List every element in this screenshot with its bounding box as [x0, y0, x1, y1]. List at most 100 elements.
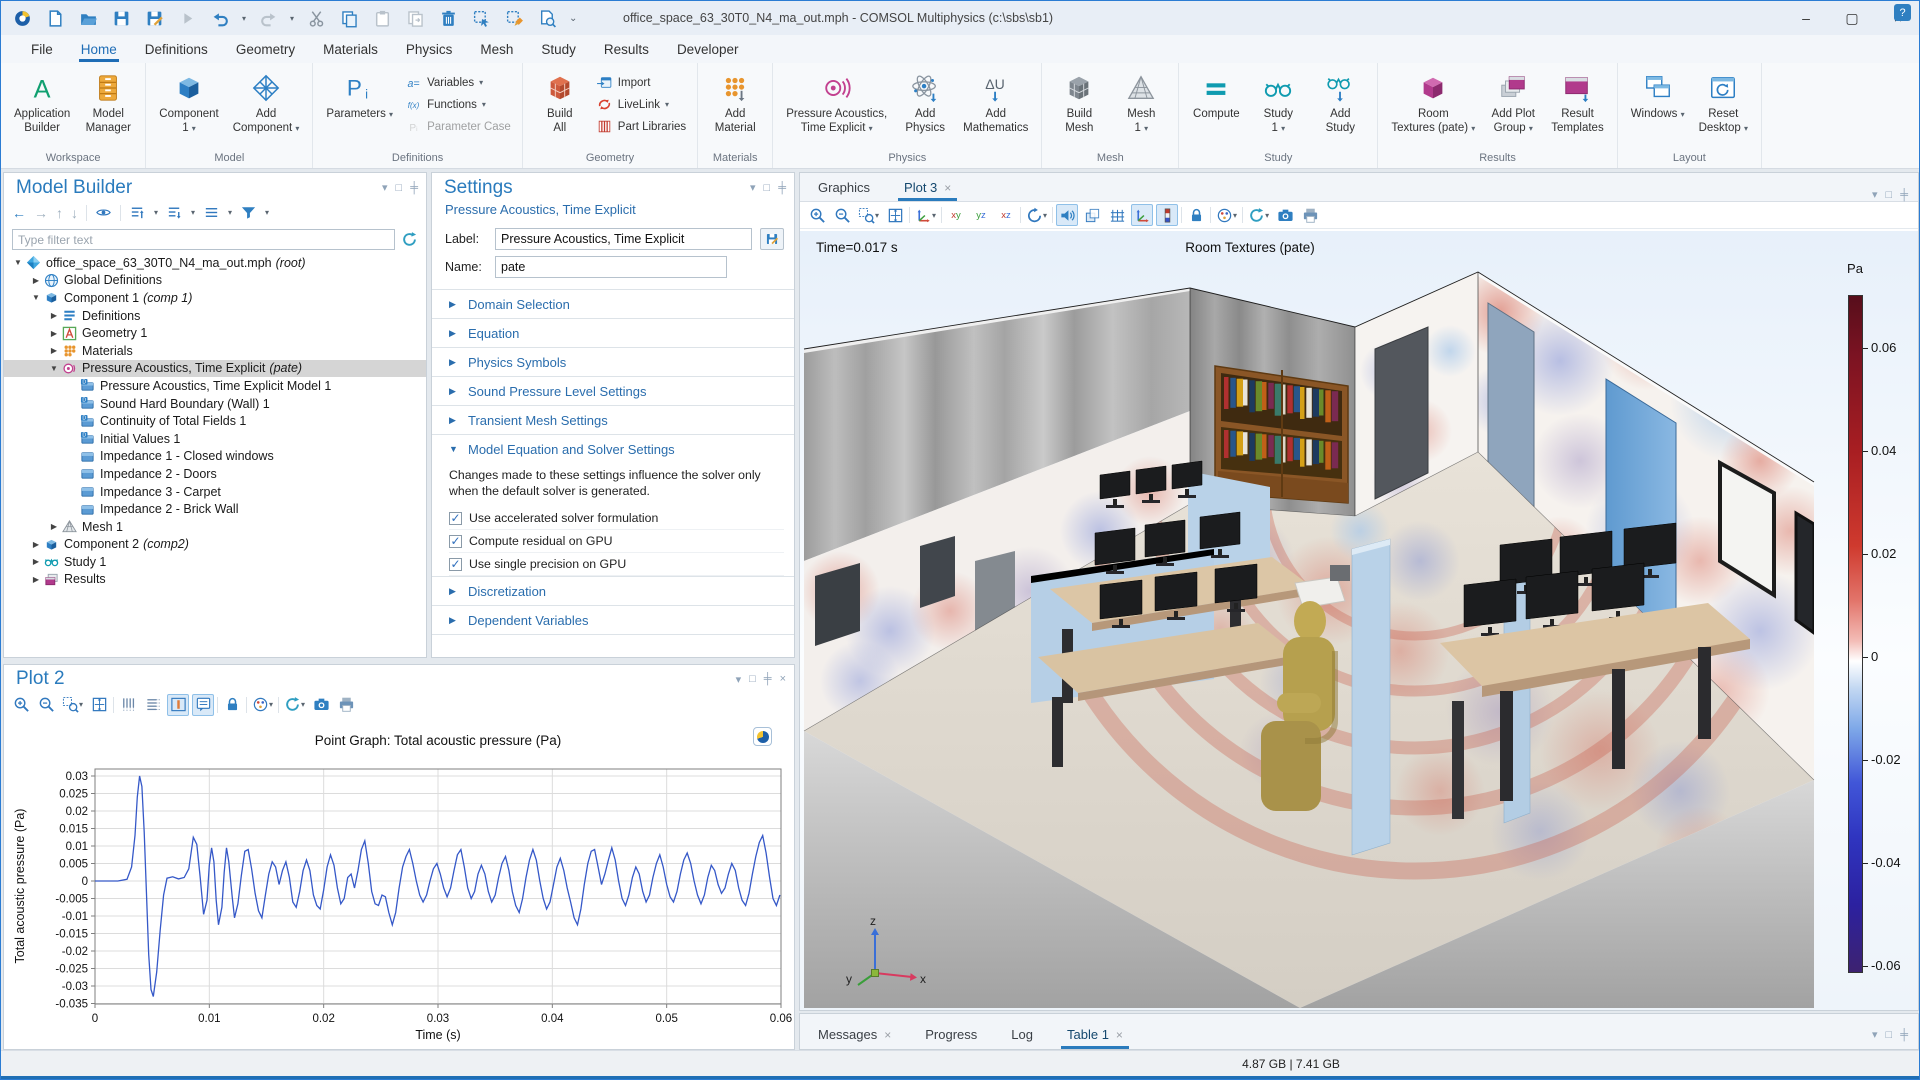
- ribbon-button-part-libraries[interactable]: Part Libraries: [593, 117, 689, 136]
- ribbon-button-pressure-acoustics-time-explicit[interactable]: Pressure Acoustics, Time Explicit ▾: [781, 69, 892, 149]
- menu-physics[interactable]: Physics: [394, 37, 465, 61]
- comsol-logo-icon[interactable]: [11, 7, 33, 29]
- open-file-icon[interactable]: [77, 7, 99, 29]
- label-field[interactable]: [495, 228, 752, 250]
- show-grid-icon[interactable]: [1106, 204, 1128, 226]
- ribbon-button-add-material[interactable]: Add Material: [706, 69, 764, 149]
- plot2-canvas[interactable]: 0 0.01 0.02 0.03 0.04 0.05 0.06 0.03 0.025 0.02 0.…: [4, 719, 794, 1049]
- image-snapshot-icon[interactable]: [310, 694, 332, 716]
- show-icon[interactable]: [95, 204, 112, 221]
- close-tab-icon[interactable]: ×: [884, 1028, 891, 1042]
- zoom-box-icon[interactable]: ▾: [60, 694, 85, 716]
- menu-file[interactable]: File: [19, 37, 65, 61]
- image-snapshot-icon[interactable]: [1274, 204, 1296, 226]
- redo-icon[interactable]: [257, 7, 279, 29]
- dock-tab-messages[interactable]: Messages ×: [816, 1027, 893, 1049]
- transparency-icon[interactable]: [1081, 204, 1103, 226]
- print-icon[interactable]: [335, 694, 357, 716]
- ribbon-button-room-textures-pate[interactable]: Room Textures (pate) ▾: [1386, 69, 1480, 149]
- duplicate-icon[interactable]: [404, 7, 426, 29]
- zoom-in-icon[interactable]: [806, 204, 828, 226]
- float-panel-icon[interactable]: □: [1886, 1029, 1893, 1041]
- menu-home[interactable]: Home: [69, 37, 129, 62]
- run-icon[interactable]: [176, 7, 198, 29]
- tree-node-geometry-1[interactable]: ▶ Geometry 1: [4, 324, 426, 342]
- ribbon-button-import[interactable]: Import: [593, 73, 689, 92]
- zoom-extents-icon[interactable]: [88, 694, 110, 716]
- section-domain-selection[interactable]: ▶ Domain Selection: [432, 289, 794, 318]
- float-panel-icon[interactable]: □: [764, 182, 771, 194]
- menu-geometry[interactable]: Geometry: [224, 37, 307, 61]
- menu-materials[interactable]: Materials: [311, 37, 390, 61]
- zoom-box-icon[interactable]: ▾: [856, 204, 881, 226]
- ribbon-button-variables[interactable]: Variables ▾: [402, 73, 514, 92]
- report-icon[interactable]: [536, 7, 558, 29]
- float-panel-icon[interactable]: □: [1886, 189, 1893, 201]
- ribbon-button-windows[interactable]: Windows ▾: [1626, 69, 1690, 149]
- tree-node-component-1[interactable]: ▼ Component 1 (comp 1): [4, 289, 426, 307]
- ribbon-button-mesh-1[interactable]: Mesh 1 ▾: [1112, 69, 1170, 149]
- ribbon-button-add-mathematics[interactable]: Add Mathematics: [958, 69, 1033, 149]
- pin-panel-icon[interactable]: ╪: [764, 673, 772, 685]
- section-equation[interactable]: ▶ Equation: [432, 318, 794, 347]
- nav-forward-icon[interactable]: →: [34, 205, 48, 221]
- section-transient-mesh-settings[interactable]: ▶ Transient Mesh Settings: [432, 405, 794, 434]
- pin-panel-icon[interactable]: ╪: [410, 182, 418, 194]
- annotation-toggle-icon[interactable]: [192, 693, 215, 716]
- move-up-icon[interactable]: ↑: [56, 205, 63, 221]
- x-grid-icon[interactable]: [117, 694, 139, 716]
- delete-icon[interactable]: [437, 7, 459, 29]
- maximize-button[interactable]: ▢: [1829, 1, 1875, 35]
- minimize-button[interactable]: –: [1783, 1, 1829, 35]
- new-file-icon[interactable]: [44, 7, 66, 29]
- view-xy-icon[interactable]: xy: [945, 204, 967, 226]
- menu-study[interactable]: Study: [529, 37, 588, 61]
- rename-button[interactable]: [760, 228, 784, 250]
- dropdown-caret-icon[interactable]: ▾: [242, 14, 246, 23]
- tab-plot-3[interactable]: Plot 3 ×: [898, 180, 958, 201]
- y-grid-icon[interactable]: [142, 694, 164, 716]
- menu-developer[interactable]: Developer: [665, 37, 751, 61]
- refresh-filter-icon[interactable]: [401, 231, 418, 248]
- print-icon[interactable]: [1299, 204, 1321, 226]
- ribbon-button-add-physics[interactable]: Add Physics: [896, 69, 954, 149]
- toolbar-overflow-icon[interactable]: ⌄: [569, 13, 577, 24]
- tree-node-impedance-2-brick-wall[interactable]: Impedance 2 - Brick Wall: [4, 500, 426, 518]
- filter-icon[interactable]: [240, 204, 257, 221]
- ribbon-button-compute[interactable]: Compute: [1187, 69, 1245, 149]
- pin-panel-icon[interactable]: ╪: [1900, 1029, 1908, 1041]
- tree-node-impedance-3-carpet[interactable]: Impedance 3 - Carpet: [4, 483, 426, 501]
- expand-tree-icon[interactable]: [166, 204, 183, 221]
- show-axes-icon[interactable]: [1131, 204, 1154, 226]
- scene-color-icon[interactable]: ▾: [1214, 204, 1239, 226]
- tree-node-definitions[interactable]: ▶ Definitions: [4, 307, 426, 325]
- clear-selection-icon[interactable]: [503, 7, 525, 29]
- tab-graphics[interactable]: Graphics: [816, 180, 872, 201]
- dock-tab-progress[interactable]: Progress: [923, 1027, 979, 1049]
- panel-menu-icon[interactable]: ▾: [1872, 188, 1878, 201]
- tree-node-sound-hard-boundary-wall-1[interactable]: Sound Hard Boundary (Wall) 1: [4, 395, 426, 413]
- nav-back-icon[interactable]: ←: [12, 205, 26, 221]
- section-model-equation-and-solver-settings[interactable]: ▼ Model Equation and Solver Settings: [432, 434, 794, 463]
- paste-icon[interactable]: [371, 7, 393, 29]
- zoom-in-icon[interactable]: [10, 694, 32, 716]
- menu-mesh[interactable]: Mesh: [468, 37, 525, 61]
- save-as-icon[interactable]: [143, 7, 165, 29]
- tree-node-mesh-1[interactable]: ▶ Mesh 1: [4, 518, 426, 536]
- undo-icon[interactable]: [209, 7, 231, 29]
- menu-results[interactable]: Results: [592, 37, 661, 61]
- ribbon-button-add-plot-group[interactable]: Add Plot Group ▾: [1484, 69, 1542, 149]
- name-field[interactable]: [495, 256, 727, 278]
- tree-node-results[interactable]: ▶ Results: [4, 571, 426, 589]
- view-xz-icon[interactable]: xz: [995, 204, 1017, 226]
- ribbon-button-reset-desktop[interactable]: Reset Desktop ▾: [1694, 69, 1753, 149]
- sound-toggle-icon[interactable]: [1056, 204, 1079, 226]
- ribbon-button-livelink[interactable]: LiveLink ▾: [593, 95, 689, 114]
- tree-node-component-2[interactable]: ▶ Component 2 (comp2): [4, 536, 426, 554]
- ribbon-button-add-component[interactable]: Add Component ▾: [228, 69, 305, 149]
- panel-menu-icon[interactable]: ▾: [382, 181, 388, 194]
- ribbon-button-parameter-case[interactable]: Parameter Case: [402, 117, 514, 136]
- ribbon-button-application-builder[interactable]: Application Builder: [9, 69, 75, 149]
- save-icon[interactable]: [110, 7, 132, 29]
- ribbon-button-parameters[interactable]: Parameters ▾: [321, 69, 398, 149]
